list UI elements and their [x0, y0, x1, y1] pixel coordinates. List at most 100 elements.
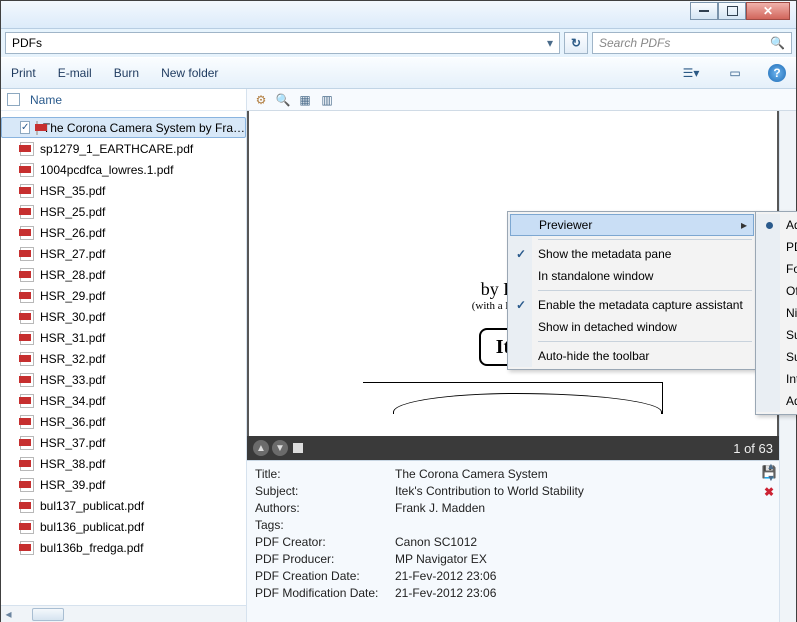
file-row[interactable]: bul137_publicat.pdf [1, 495, 246, 516]
metadata-row: Authors:Frank J. Madden [255, 501, 751, 518]
address-dropdown-icon[interactable]: ▾ [547, 36, 553, 50]
file-row[interactable]: HSR_33.pdf [1, 369, 246, 390]
file-row[interactable]: HSR_32.pdf [1, 348, 246, 369]
stop-button[interactable] [293, 443, 303, 453]
print-button[interactable]: Print [11, 66, 36, 80]
submenu-item[interactable]: Foxit PDF Preview Handler [758, 258, 797, 280]
metadata-key: PDF Producer: [255, 552, 395, 569]
menu-show-metadata[interactable]: ✓ Show the metadata pane [510, 243, 754, 265]
preview-pane-button[interactable]: ▭ [724, 62, 746, 84]
body: Name ✓ The Corona Camera System by Fra… sp… [1, 89, 796, 622]
preview-pane: ⚙ 🔍 ▦ ▥ by Fra… (with a lot of help) Ite… [247, 89, 796, 622]
next-page-button[interactable]: ▼ [272, 440, 288, 456]
file-list[interactable]: ✓ The Corona Camera System by Fra… sp1279_… [1, 111, 246, 605]
settings-icon[interactable]: ⚙ [251, 91, 271, 109]
pdf-file-icon [19, 267, 35, 283]
file-row[interactable]: HSR_26.pdf [1, 222, 246, 243]
file-row[interactable]: HSR_35.pdf [1, 180, 246, 201]
email-button[interactable]: E-mail [58, 66, 92, 80]
minimize-button[interactable] [690, 2, 718, 20]
file-row[interactable]: HSR_30.pdf [1, 306, 246, 327]
metadata-value[interactable]: MP Navigator EX [395, 552, 487, 569]
metadata-value[interactable]: 21-Fev-2012 23:06 [395, 569, 496, 586]
scroll-thumb[interactable] [32, 608, 64, 621]
file-row[interactable]: HSR_36.pdf [1, 411, 246, 432]
file-row[interactable]: HSR_29.pdf [1, 285, 246, 306]
submenu-item[interactable]: Sumatra PDF [758, 346, 797, 368]
menu-label: Enable the metadata capture assistant [538, 298, 743, 312]
settings-context-menu: Previewer ▸ ✓ Show the metadata pane In … [507, 211, 757, 370]
delete-metadata-icon[interactable]: ✖ [764, 485, 774, 499]
preview-nav-bar: ▲ ▼ 1 of 63 [247, 436, 779, 460]
metadata-wrap: Title:The Corona Camera SystemSubject:It… [247, 460, 796, 622]
menu-label: Auto-hide the toolbar [538, 349, 649, 363]
metadata-row: Subject:Itek's Contribution to World Sta… [255, 484, 751, 501]
metadata-key: Tags: [255, 518, 395, 535]
file-name: bul137_publicat.pdf [40, 499, 144, 513]
metadata-value[interactable]: The Corona Camera System [395, 467, 548, 484]
submenu-arrow-icon: ▸ [741, 218, 747, 232]
page-icon[interactable]: ▦ [295, 91, 315, 109]
metadata-value[interactable]: Itek's Contribution to World Stability [395, 484, 584, 501]
submenu-item[interactable]: Adobe PDF Preview Handler for Vista [758, 214, 797, 236]
close-button[interactable] [746, 2, 790, 20]
file-name: HSR_35.pdf [40, 184, 105, 198]
file-row[interactable]: bul136_publicat.pdf [1, 516, 246, 537]
metadata-key: Subject: [255, 484, 395, 501]
file-name: The Corona Camera System by Fra… [43, 121, 245, 135]
titlebar[interactable] [1, 1, 796, 29]
maximize-button[interactable] [718, 2, 746, 20]
menu-previewer[interactable]: Previewer ▸ [510, 214, 754, 236]
metadata-row: PDF Creation Date:21-Fev-2012 23:06 [255, 569, 751, 586]
file-row[interactable]: ✓ The Corona Camera System by Fra… [1, 117, 246, 138]
file-row[interactable]: HSR_27.pdf [1, 243, 246, 264]
menu-enable-capture[interactable]: ✓ Enable the metadata capture assistant [510, 294, 754, 316]
submenu-item[interactable]: Nitro PDF Preview Handler [758, 302, 797, 324]
file-checkbox[interactable]: ✓ [20, 121, 30, 134]
address-row: PDFs ▾ ↻ Search PDFs 🔍 [1, 29, 796, 57]
horizontal-scrollbar[interactable]: ◂ [1, 605, 246, 622]
preview-toolbar: ⚙ 🔍 ▦ ▥ [247, 89, 796, 111]
submenu-label: SumatraPDF Preview (*.pdf) [786, 328, 797, 342]
submenu-item[interactable]: PDF-XChange PDF Preview Provider [758, 236, 797, 258]
file-row[interactable]: HSR_34.pdf [1, 390, 246, 411]
metadata-collapse[interactable]: ▲ ▼ [764, 460, 778, 484]
refresh-button[interactable]: ↻ [564, 32, 588, 54]
file-row[interactable]: bul136b_fredga.pdf [1, 537, 246, 558]
metadata-key: Authors: [255, 501, 395, 518]
file-row[interactable]: HSR_25.pdf [1, 201, 246, 222]
file-row[interactable]: HSR_31.pdf [1, 327, 246, 348]
file-row[interactable]: HSR_38.pdf [1, 453, 246, 474]
menu-detached[interactable]: Show in detached window [510, 316, 754, 338]
select-all-checkbox[interactable] [7, 93, 20, 106]
file-name: HSR_34.pdf [40, 394, 105, 408]
file-row[interactable]: 1004pcdfca_lowres.1.pdf [1, 159, 246, 180]
submenu-item[interactable]: Official Foxit PDF Preview Handler [758, 280, 797, 302]
metadata-value[interactable]: Frank J. Madden [395, 501, 485, 518]
submenu-item[interactable]: Adobe Acrobat plugin [758, 390, 797, 412]
menu-separator [538, 341, 752, 342]
file-row[interactable]: HSR_37.pdf [1, 432, 246, 453]
file-row[interactable]: HSR_28.pdf [1, 264, 246, 285]
tool-icon[interactable]: ▥ [317, 91, 337, 109]
help-button[interactable]: ? [768, 64, 786, 82]
zoom-icon[interactable]: 🔍 [273, 91, 293, 109]
file-name: HSR_26.pdf [40, 226, 105, 240]
submenu-item[interactable]: SumatraPDF Preview (*.pdf) [758, 324, 797, 346]
prev-page-button[interactable]: ▲ [253, 440, 269, 456]
menu-standalone[interactable]: In standalone window [510, 265, 754, 287]
metadata-value[interactable]: 21-Fev-2012 23:06 [395, 586, 496, 603]
file-row[interactable]: sp1279_1_EARTHCARE.pdf [1, 138, 246, 159]
scroll-left-icon[interactable]: ◂ [1, 607, 16, 621]
submenu-item[interactable]: Internet Explorer assigned PDF reader [758, 368, 797, 390]
address-bar[interactable]: PDFs ▾ [5, 32, 560, 54]
search-box[interactable]: Search PDFs 🔍 [592, 32, 792, 54]
file-list-header[interactable]: Name [1, 89, 246, 111]
column-name[interactable]: Name [30, 93, 62, 107]
new-folder-button[interactable]: New folder [161, 66, 218, 80]
file-row[interactable]: HSR_39.pdf [1, 474, 246, 495]
menu-autohide[interactable]: Auto-hide the toolbar [510, 345, 754, 367]
burn-button[interactable]: Burn [114, 66, 139, 80]
metadata-value[interactable]: Canon SC1012 [395, 535, 477, 552]
views-button[interactable]: ☰▾ [680, 62, 702, 84]
